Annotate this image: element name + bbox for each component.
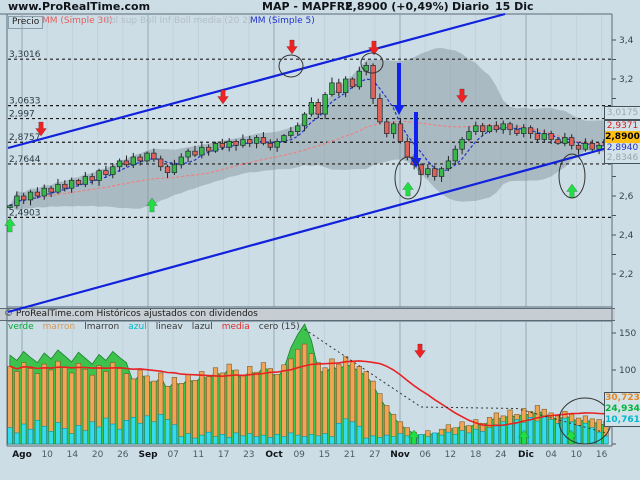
x-axis-label: 09 <box>293 450 305 460</box>
indicator-tag-azul: 10,761 <box>605 415 640 425</box>
svg-text:2,7644: 2,7644 <box>9 155 41 165</box>
x-axis-label: 10 <box>570 450 583 460</box>
x-axis: Ago 10 14 20 26 Sep 07 11 17 23 Oct 09 15 21 27 Nov 06 12… <box>0 450 640 462</box>
indicator-legend-item[interactable]: verde <box>8 322 34 332</box>
price-tag-mm5: 2,8940 <box>606 143 639 153</box>
x-axis-label: Sep <box>138 450 158 460</box>
svg-text:150: 150 <box>619 329 636 339</box>
legend-bollinger[interactable]: Bol sup Boll Inf Boll media (20 2) <box>104 16 251 27</box>
svg-text:2,8757: 2,8757 <box>9 133 41 143</box>
chart-canvas[interactable]: 3,3016 3,0633 2,997 2,8757 2,7644 2,4903 3,4 3,… <box>0 0 640 480</box>
svg-text:2,4: 2,4 <box>619 231 634 241</box>
indicator-legend[interactable]: verde marron lmarron azul lineav lazul media ce… <box>8 322 309 333</box>
svg-text:3,2: 3,2 <box>619 75 633 85</box>
svg-text:2,4903: 2,4903 <box>9 208 41 218</box>
x-axis-label: Oct <box>265 450 283 460</box>
svg-text:2,6: 2,6 <box>619 192 634 202</box>
indicator-tag-naranja: 30,723 <box>605 393 640 403</box>
indicator-legend-item[interactable]: azul <box>128 322 146 332</box>
indicator-legend-item[interactable]: media <box>222 322 250 332</box>
indicator-legend-item[interactable]: lmarron <box>84 322 119 332</box>
svg-text:100: 100 <box>619 366 636 376</box>
x-axis-label: 24 <box>495 450 507 460</box>
price-tag-cluster: 2,9371 2,8900 2,8940 2,8346 <box>604 120 640 164</box>
x-axis-label: 26 <box>117 450 129 460</box>
indicator-tag-cluster: 30,723 24,934 10,761 <box>604 392 640 427</box>
legend-mm5[interactable]: MM (Simple 5) <box>250 16 315 27</box>
prorealtime-window: www.ProRealTime.com MAP - MAPFRE 2,8900 … <box>0 0 640 480</box>
x-axis-label: 14 <box>66 450 79 460</box>
price-tag-bollinger-inf: 2,8346 <box>606 153 639 163</box>
legend-mm30[interactable]: MM (Simple 30) <box>42 16 112 27</box>
x-axis-label: 23 <box>243 450 255 460</box>
indicator-tag-verde: 24,934 <box>605 404 640 414</box>
price-axis-title: Precio <box>8 16 44 29</box>
x-axis-label: 11 <box>192 450 205 460</box>
x-axis-label: Ago <box>12 450 32 460</box>
price-tag-bollinger-sup: 3,0175 <box>604 106 640 120</box>
indicator-legend-item[interactable]: lineav <box>156 322 183 332</box>
x-axis-label: 18 <box>469 450 482 460</box>
indicator-legend-item[interactable]: lazul <box>192 322 213 332</box>
x-axis-label: 12 <box>444 450 457 460</box>
x-axis-label: 15 <box>318 450 331 460</box>
x-axis-label: 16 <box>595 450 608 460</box>
indicator-legend-item[interactable]: marron <box>43 322 76 332</box>
svg-text:2,997: 2,997 <box>9 110 35 120</box>
x-axis-label: 06 <box>419 450 431 460</box>
svg-text:2,2: 2,2 <box>619 270 633 280</box>
indicator-legend-item[interactable]: cero (15) <box>259 322 300 332</box>
x-axis-label: Nov <box>390 450 410 460</box>
x-axis-label: 17 <box>217 450 230 460</box>
main-chart-legend: Precio MM (Simple 30) Bol sup Boll Inf B… <box>0 16 612 29</box>
x-axis-label: 10 <box>41 450 53 460</box>
svg-text:3,0633: 3,0633 <box>9 97 41 107</box>
svg-text:3,4: 3,4 <box>619 36 634 46</box>
x-axis-label: Dic <box>518 450 534 460</box>
x-axis-label: 21 <box>343 450 356 460</box>
x-axis-label: 27 <box>369 450 381 460</box>
x-axis-label: 04 <box>545 450 557 460</box>
price-tag-mm30: 2,9371 <box>606 121 639 131</box>
x-axis-label: 07 <box>167 450 179 460</box>
x-axis-label: 20 <box>91 450 104 460</box>
svg-text:3,3016: 3,3016 <box>9 50 41 60</box>
price-tag-last: 2,8900 <box>605 131 640 143</box>
